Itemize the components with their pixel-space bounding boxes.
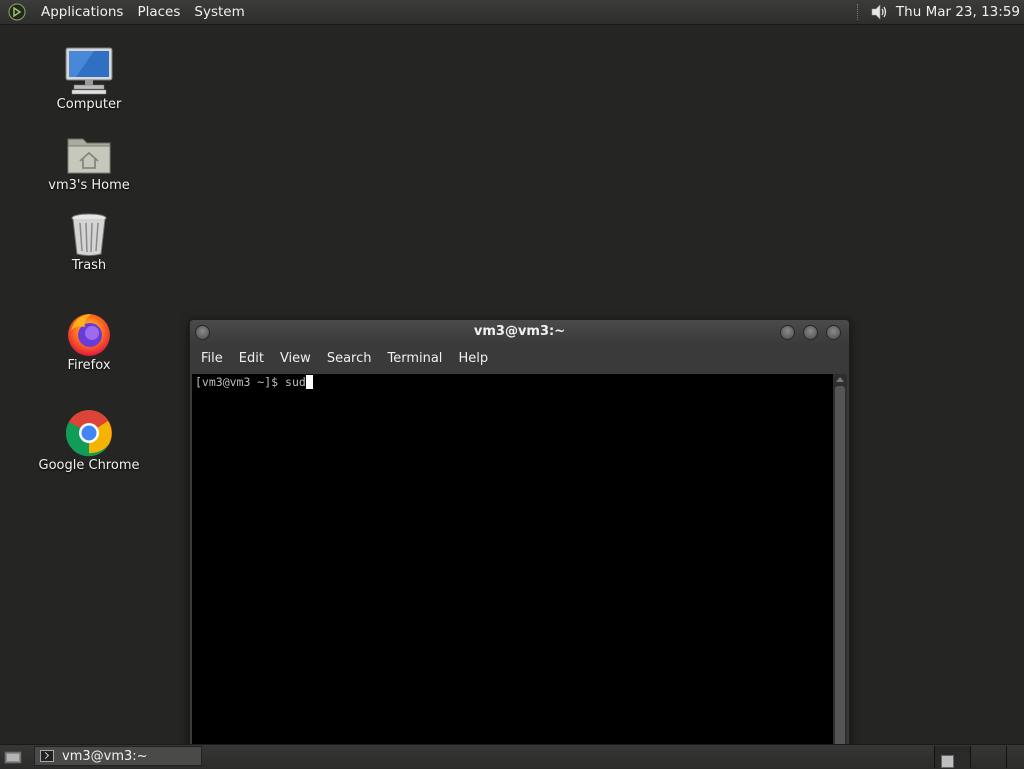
panel-tray: Thu Mar 23, 13:59: [856, 0, 1024, 24]
chrome-icon: [63, 405, 115, 457]
window-titlebar[interactable]: vm3@vm3:~: [190, 320, 849, 344]
applications-menu[interactable]: Applications: [34, 0, 130, 24]
terminal-scrollbar[interactable]: [833, 374, 847, 750]
desktop-icon-label: Trash: [71, 258, 107, 273]
desktop-icon-home[interactable]: vm3's Home: [34, 125, 144, 194]
system-menu[interactable]: System: [187, 0, 251, 24]
terminal-output[interactable]: [vm3@vm3 ~]$ sud: [192, 374, 833, 750]
computer-icon: [63, 44, 115, 96]
panel-separator: [856, 4, 862, 20]
workspace-window-indicator: [941, 755, 954, 768]
close-button[interactable]: [826, 325, 841, 340]
window-title: vm3@vm3:~: [473, 324, 566, 339]
menu-edit[interactable]: Edit: [231, 347, 272, 371]
desktop-icon-label: Firefox: [67, 358, 111, 373]
workspace-1[interactable]: [934, 746, 970, 768]
maximize-button[interactable]: [803, 325, 818, 340]
workspace-3[interactable]: [1006, 746, 1024, 768]
trash-icon: [63, 205, 115, 257]
text-cursor: [305, 375, 313, 389]
menu-search[interactable]: Search: [319, 347, 380, 371]
terminal-menubar: File Edit View Search Terminal Help: [190, 347, 852, 371]
desktop-icon-computer[interactable]: Computer: [34, 44, 144, 113]
workspace-2[interactable]: [970, 746, 1006, 768]
terminal-window[interactable]: vm3@vm3:~ File Edit View Search Terminal…: [189, 319, 850, 751]
scroll-up-arrow-icon[interactable]: [836, 377, 844, 382]
clock[interactable]: Thu Mar 23, 13:59: [896, 4, 1024, 20]
taskbar-item-label: vm3@vm3:~: [62, 748, 148, 764]
menu-file[interactable]: File: [193, 347, 231, 371]
firefox-icon: [63, 305, 115, 357]
terminal-icon: [40, 750, 54, 762]
top-panel: Applications Places System Thu Mar 23, 1…: [0, 0, 1024, 25]
desktop-icon-chrome[interactable]: Google Chrome: [34, 405, 144, 474]
desktop-icon-label: Computer: [56, 97, 122, 112]
bottom-panel: vm3@vm3:~: [0, 744, 1024, 769]
menu-help[interactable]: Help: [450, 347, 496, 371]
places-menu[interactable]: Places: [130, 0, 187, 24]
menu-terminal[interactable]: Terminal: [379, 347, 450, 371]
terminal-prompt: [vm3@vm3 ~]$: [195, 375, 286, 389]
show-desktop-icon[interactable]: [3, 748, 23, 766]
desktop-icon-firefox[interactable]: Firefox: [34, 305, 144, 374]
minimize-button[interactable]: [780, 325, 795, 340]
home-folder-icon: [63, 125, 115, 177]
terminal-input[interactable]: sud: [285, 375, 306, 389]
desktop-icon-label: Google Chrome: [38, 458, 140, 473]
scroll-thumb[interactable]: [835, 386, 845, 748]
taskbar-item-terminal[interactable]: vm3@vm3:~: [34, 746, 202, 766]
menu-view[interactable]: View: [272, 347, 319, 371]
terminal-line: [vm3@vm3 ~]$ sud: [195, 375, 313, 389]
desktop-icon-label: vm3's Home: [48, 178, 130, 193]
speaker-icon[interactable]: [868, 1, 890, 23]
desktop-icon-trash[interactable]: Trash: [34, 205, 144, 274]
gnome-foot-icon[interactable]: [7, 2, 27, 22]
